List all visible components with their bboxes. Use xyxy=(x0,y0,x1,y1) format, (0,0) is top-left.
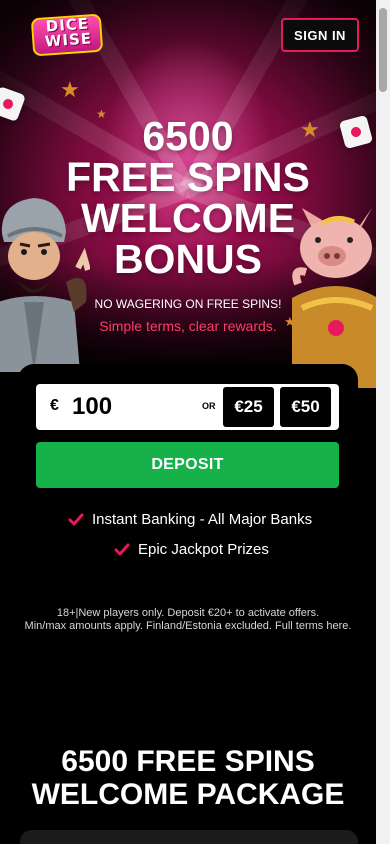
quick-amount-50-button[interactable]: €50 xyxy=(280,387,331,427)
scrollbar-thumb[interactable] xyxy=(379,8,387,92)
package-title-line-2: WELCOME PACKAGE xyxy=(31,778,345,811)
hero-title-line: BONUS xyxy=(113,236,263,282)
deposit-amount-row: € OR €25 €50 xyxy=(36,384,339,430)
hero-title-line: FREE SPINS xyxy=(66,154,310,200)
currency-symbol: € xyxy=(50,397,59,414)
package-card xyxy=(20,830,358,844)
page-scrollbar[interactable] xyxy=(376,0,390,844)
terms-text[interactable]: 18+|New players only. Deposit €20+ to ac… xyxy=(16,607,360,633)
check-icon xyxy=(114,543,130,555)
terms-line-1: 18+|New players only. Deposit €20+ to ac… xyxy=(56,607,320,619)
feature-item: Instant Banking - All Major Banks xyxy=(68,511,312,528)
sign-in-button[interactable]: SIGN IN xyxy=(281,18,359,52)
hero-subtitle: NO WAGERING ON FREE SPINS! xyxy=(94,297,282,311)
terms-line-2: Min/max amounts apply. Finland/Estonia e… xyxy=(24,620,352,632)
hero-title: 6500 FREE SPINS WELCOME BONUS xyxy=(50,116,326,280)
check-icon xyxy=(68,513,84,525)
feature-label: Instant Banking - All Major Banks xyxy=(92,511,313,528)
deposit-amount-input[interactable] xyxy=(72,389,192,425)
logo-text: DICE WISE xyxy=(35,15,101,51)
package-title-line-1: 6500 FREE SPINS xyxy=(61,745,315,778)
quick-amount-25-button[interactable]: €25 xyxy=(223,387,274,427)
hero-title-line: WELCOME xyxy=(80,195,296,241)
hero-tagline: Simple terms, clear rewards. xyxy=(99,318,277,334)
star-icon: ★ xyxy=(60,78,80,103)
package-title: 6500 FREE SPINS WELCOME PACKAGE xyxy=(30,745,346,811)
or-label: OR xyxy=(202,401,216,411)
feature-item: Epic Jackpot Prizes xyxy=(114,541,269,558)
dicewise-logo[interactable]: DICE WISE xyxy=(26,13,106,58)
feature-label: Epic Jackpot Prizes xyxy=(138,541,269,558)
logo-line-2: WISE xyxy=(44,29,93,51)
hero-title-line: 6500 xyxy=(142,113,234,159)
deposit-button[interactable]: DEPOSIT xyxy=(36,442,339,488)
